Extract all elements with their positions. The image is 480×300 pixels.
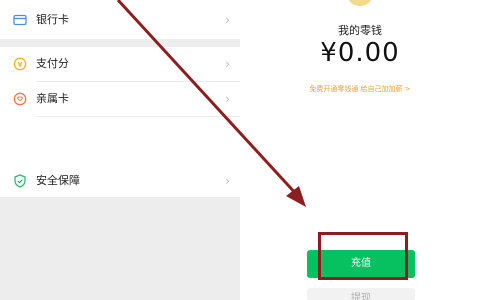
menu-item-label: 安全保障 (36, 174, 80, 187)
page-title: 我的零钱 (338, 24, 382, 37)
wallet-balance-panel: 我的零钱 ¥0.00 免费开通零钱通 给自己加加薪 > 充值 提现 (240, 0, 480, 300)
security-shield-icon (14, 174, 26, 188)
menu-group-cards: 银行卡 › (0, 0, 240, 39)
menu-item-label: 银行卡 (36, 13, 69, 26)
balance-promo-link[interactable]: 免费开通零钱通 给自己加加薪 > (240, 84, 480, 94)
menu-item-label: 亲属卡 (36, 92, 69, 105)
family-card-icon (13, 92, 27, 106)
divider (36, 116, 240, 117)
menu-item-label: 支付分 (36, 57, 69, 70)
bank-card-icon (13, 14, 27, 26)
menu-item-bank-card[interactable]: 银行卡 › (0, 3, 240, 37)
balance-amount: ¥0.00 (320, 38, 400, 68)
wallet-menu-panel: 银行卡 › 支付分 › 亲属卡 › 安全保障 › (0, 0, 240, 300)
menu-group-services: 支付分 › 亲属卡 › 安全保障 › (0, 47, 240, 197)
menu-item-pay-score[interactable]: 支付分 › (0, 47, 240, 81)
menu-item-security[interactable]: 安全保障 › (0, 164, 240, 198)
recharge-button[interactable]: 充值 (307, 250, 415, 278)
chevron-right-icon: › (225, 57, 230, 71)
chevron-right-icon: › (225, 92, 230, 106)
withdraw-button[interactable]: 提现 (307, 288, 415, 300)
menu-item-family-card[interactable]: 亲属卡 › (0, 82, 240, 116)
chevron-right-icon: › (225, 174, 230, 188)
chevron-right-icon: › (225, 13, 230, 27)
coin-icon (348, 0, 372, 6)
pay-score-icon (13, 57, 27, 71)
